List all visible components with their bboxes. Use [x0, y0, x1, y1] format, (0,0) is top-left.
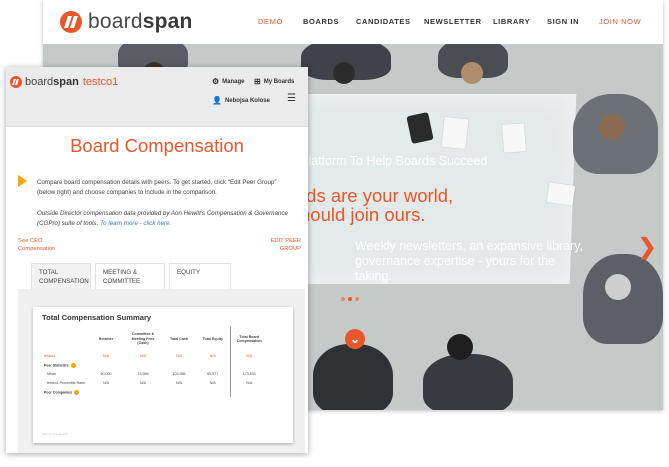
nav-boards[interactable]: BOARDS	[303, 17, 339, 26]
total-compensation-summary-card: Total Compensation Summary Retainer Comm…	[33, 307, 293, 443]
chevron-right-icon[interactable]: ›	[74, 390, 80, 395]
table-row: testco1 N/A N/A N/A N/A N/A	[42, 352, 268, 361]
compensation-tabs: TOTAL COMPENSATION MEETING & COMMITTEE E…	[31, 263, 251, 289]
hero-paper-photo	[546, 182, 576, 206]
table-row: Peer Statistics ›	[42, 361, 268, 370]
chevron-right-icon[interactable]: ›	[70, 363, 76, 368]
peer-companies-label: Peer Companies ›	[44, 390, 80, 395]
table-cell: 173,533	[242, 372, 256, 377]
row-label: testco1	[44, 354, 56, 359]
table-cell: N/A	[103, 354, 109, 359]
website-nav-bar: boardspan DEMO BOARDS CANDIDATES NEWSLET…	[43, 0, 663, 44]
nav-candidates[interactable]: CANDIDATES	[356, 17, 411, 26]
nav-join-now[interactable]: JOIN NOW	[599, 17, 641, 26]
see-ceo-compensation-link[interactable]: See CEO Compensation	[18, 237, 68, 253]
manage-label: Manage	[222, 79, 245, 85]
carousel-dots	[341, 297, 359, 301]
app-logo-prefix: board	[25, 76, 54, 88]
tab-meeting-committee[interactable]: MEETING & COMMITTEE	[95, 263, 165, 289]
data-credit: Outside Director compensation data provi…	[37, 209, 292, 228]
nav-sign-in[interactable]: SIGN IN	[547, 17, 579, 26]
hero-person-head	[333, 62, 355, 84]
user-menu[interactable]: 👤 Nebojsa Kolose	[212, 97, 270, 105]
column-header: Total Cash	[169, 336, 189, 341]
table-cell: N/A	[196, 379, 231, 388]
tab-equity[interactable]: EQUITY	[169, 263, 231, 289]
my-boards-label: My Boards	[263, 79, 295, 85]
column-header: Committee & Meeting Fees (Cash)	[131, 332, 155, 346]
nav-newsletter[interactable]: NEWSLETTER	[424, 17, 482, 26]
chevron-right-icon[interactable]: ❯	[638, 234, 656, 260]
hero-person-head	[599, 114, 625, 140]
app-logo[interactable]: boardspan testco1	[10, 76, 118, 88]
summary-title: Total Compensation Summary	[42, 313, 152, 322]
table-cell: N/A	[176, 354, 182, 359]
carousel-dot[interactable]	[341, 297, 345, 301]
table-cell: N/A	[196, 352, 231, 361]
table-cell: 103,956	[172, 372, 186, 377]
table-cell: N/A	[246, 354, 253, 359]
user-name: Nebojsa Kolose	[224, 98, 270, 104]
column-header: Retainer	[98, 336, 114, 341]
column-header	[42, 326, 88, 352]
nav-library[interactable]: LIBRARY	[493, 17, 530, 26]
table-cell: N/A	[140, 381, 146, 386]
carousel-dot[interactable]	[348, 297, 352, 301]
org-name[interactable]: testco1	[83, 76, 118, 88]
hamburger-menu-icon[interactable]: ☰	[287, 93, 296, 104]
my-boards-menu[interactable]: ⊞ My Boards	[254, 78, 294, 86]
peer-statistics-label: Peer Statistics ›	[44, 363, 76, 368]
carousel-dot[interactable]	[355, 297, 359, 301]
table-cell: 69,577	[196, 370, 231, 379]
gear-icon: ⚙	[212, 77, 220, 86]
table-row: Mean 90,000 13,956 103,956 69,577 173,53…	[42, 370, 268, 379]
table-cell: N/A	[140, 354, 146, 359]
table-row: Peer Companies ›	[42, 388, 268, 397]
chevron-right-icon	[18, 175, 27, 187]
row-label: testco1 Percentile Rank	[47, 381, 85, 386]
table-cell: 13,956	[137, 372, 149, 377]
chevron-down-icon[interactable]: ⌄	[345, 329, 365, 349]
edit-peer-group-link[interactable]: EDIT PEER GROUP	[261, 237, 302, 253]
screenshot-stage: boardspan DEMO BOARDS CANDIDATES NEWSLET…	[0, 0, 669, 467]
tab-total-compensation[interactable]: TOTAL COMPENSATION	[31, 263, 91, 289]
hero-person-head	[461, 62, 483, 84]
hero-person-head	[605, 274, 631, 300]
board-compensation-app: boardspan testco1 ⚙ Manage ⊞ My Boards 👤…	[6, 67, 308, 453]
column-header: Total Board Compensation	[236, 334, 262, 343]
table-cell: N/A	[103, 381, 109, 386]
table-cell: 90,000	[100, 372, 112, 377]
nav-demo[interactable]: DEMO	[258, 17, 283, 26]
intro-text: Compare board compensation details with …	[37, 179, 277, 196]
manage-menu[interactable]: ⚙ Manage	[212, 78, 245, 86]
learn-more-link[interactable]: To learn more - click here.	[100, 220, 171, 227]
boardspan-logo-icon	[10, 76, 22, 88]
hero-person-photo	[423, 354, 513, 410]
table-header-row: Retainer Committee & Meeting Fees (Cash)…	[42, 326, 268, 352]
boards-grid-icon: ⊞	[254, 77, 261, 86]
hero-tagline: Platform To Help Boards Succeed	[300, 154, 488, 168]
hero-person-photo	[313, 344, 393, 410]
hero-paper-photo	[441, 116, 469, 150]
hero-headline: rds are your world, hould join ours.	[300, 185, 454, 225]
data-source-note: Source: Aon Hewitt	[42, 432, 68, 436]
table-cell: N/A	[176, 381, 182, 386]
page-title: Board Compensation	[70, 135, 244, 156]
table-cell: N/A	[246, 381, 253, 386]
table-row: testco1 Percentile Rank N/A N/A N/A N/A …	[42, 379, 268, 388]
hero-person-head	[447, 334, 473, 360]
column-header: Total Equity	[196, 326, 231, 352]
user-icon: 👤	[212, 96, 222, 105]
compensation-table: Retainer Committee & Meeting Fees (Cash)…	[42, 326, 268, 397]
hero-paper-photo	[502, 123, 526, 153]
app-header: boardspan testco1 ⚙ Manage ⊞ My Boards 👤…	[6, 67, 308, 127]
row-label: Mean	[47, 372, 56, 377]
app-logo-bold: span	[53, 76, 79, 88]
website-nav-links: DEMO BOARDS CANDIDATES NEWSLETTER LIBRAR…	[43, 17, 663, 29]
hero-subtext: Weekly newsletters, an expansive library…	[355, 239, 584, 283]
